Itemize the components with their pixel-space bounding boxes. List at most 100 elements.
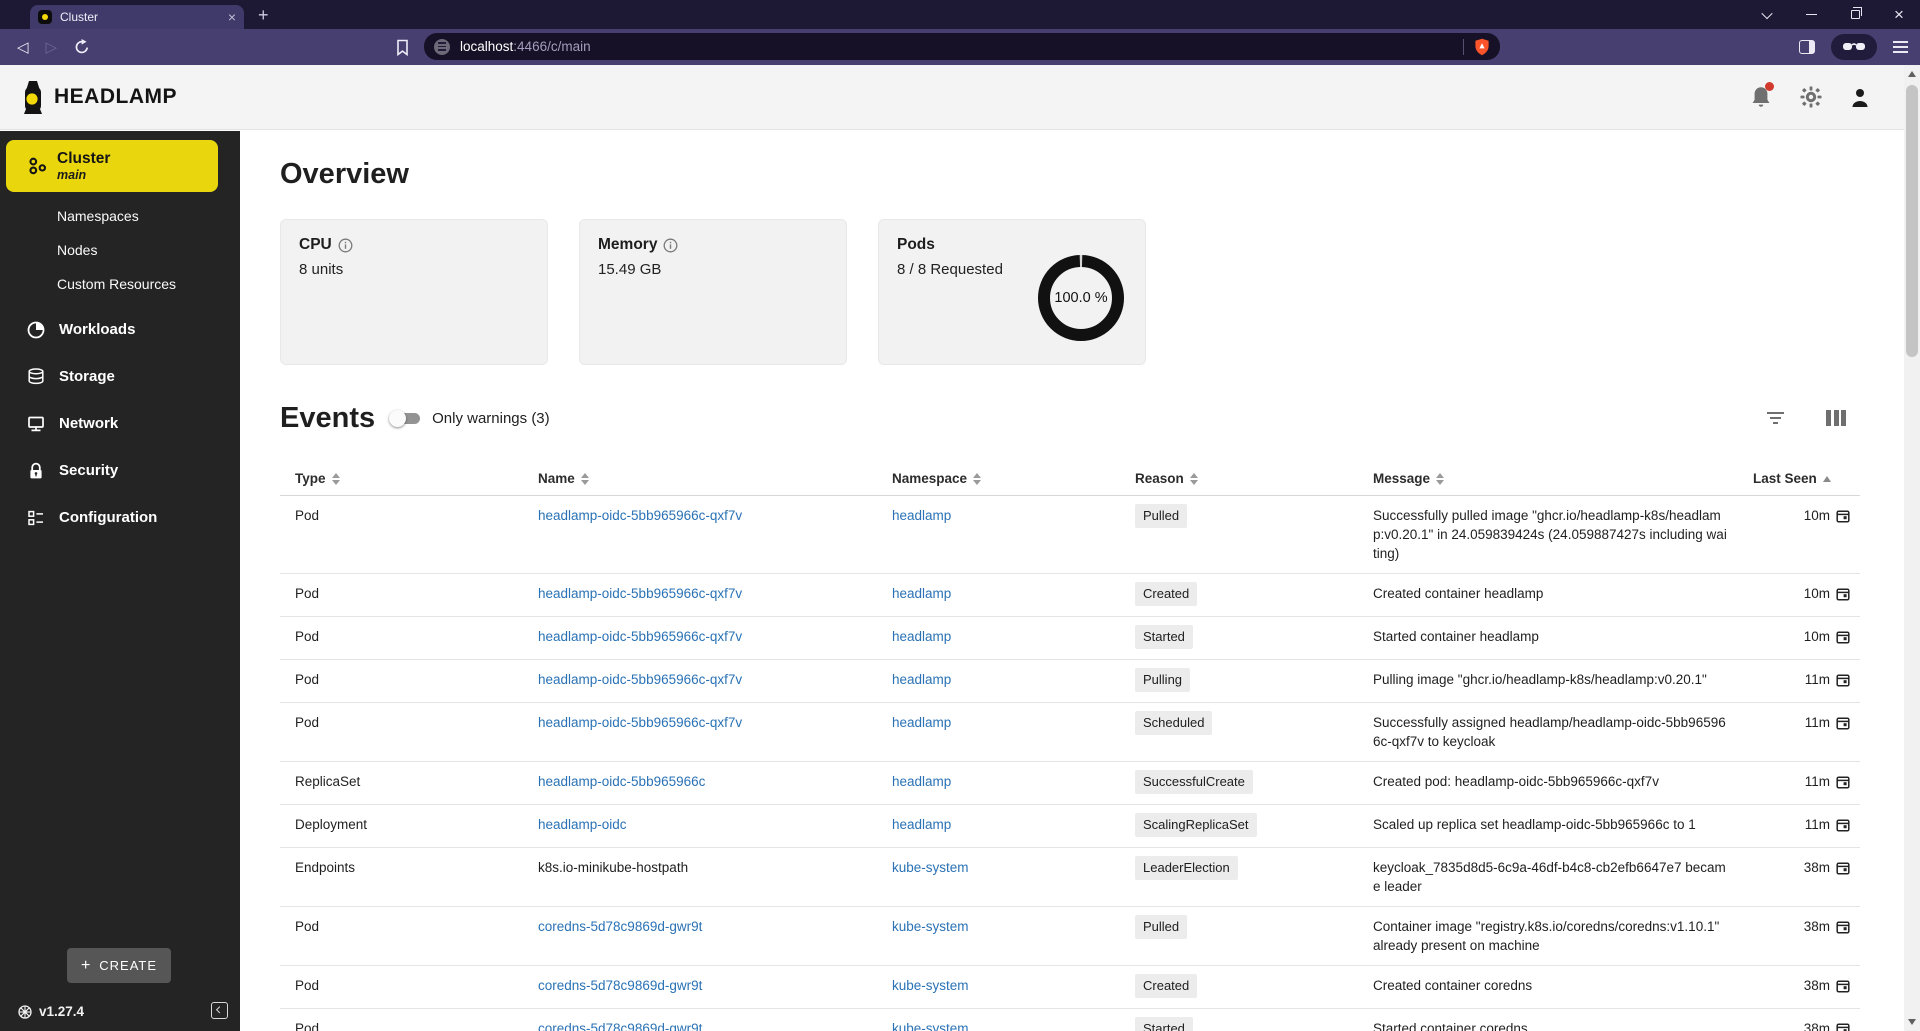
event-namespace-cell: headlamp xyxy=(877,495,1120,574)
notifications-button[interactable] xyxy=(1750,82,1774,109)
event-namespace-link[interactable]: kube-system xyxy=(892,1021,969,1031)
event-name-link[interactable]: headlamp-oidc-5bb965966c xyxy=(538,774,705,789)
event-namespace-link[interactable]: kube-system xyxy=(892,978,969,993)
event-name-cell: headlamp-oidc-5bb965966c-qxf7v xyxy=(523,659,877,703)
sidebar-item-namespaces[interactable]: Namespaces xyxy=(0,199,240,233)
brave-shield-icon[interactable] xyxy=(1474,38,1490,56)
event-message: Started container coredns xyxy=(1358,1008,1738,1031)
event-name-link[interactable]: coredns-5d78c9869d-gwr9t xyxy=(538,978,702,993)
filter-icon[interactable] xyxy=(1767,411,1784,425)
sidebar-panel-icon[interactable] xyxy=(1799,40,1815,54)
sidebar-item-nodes[interactable]: Nodes xyxy=(0,233,240,267)
brave-vpn-button[interactable] xyxy=(1831,34,1877,60)
event-name-link[interactable]: coredns-5d78c9869d-gwr9t xyxy=(538,1021,702,1031)
column-header-type[interactable]: Type xyxy=(280,463,523,496)
column-label: Reason xyxy=(1135,471,1184,486)
event-name-link[interactable]: headlamp-oidc-5bb965966c-qxf7v xyxy=(538,586,742,601)
settings-button[interactable] xyxy=(1800,86,1822,108)
sort-icon xyxy=(1189,472,1198,485)
event-type: Endpoints xyxy=(280,847,523,907)
sidebar-item-storage[interactable]: Storage xyxy=(0,353,240,400)
sidebar-item-workloads[interactable]: Workloads xyxy=(0,306,240,353)
column-header-message[interactable]: Message xyxy=(1358,463,1738,496)
info-icon[interactable] xyxy=(663,238,678,253)
event-type: Pod xyxy=(280,1008,523,1031)
url-bar[interactable]: localhost :4466/c/main xyxy=(424,33,1500,60)
event-row: Pod headlamp-oidc-5bb965966c-qxf7v headlam… xyxy=(280,495,1860,574)
column-header-namespace[interactable]: Namespace xyxy=(877,463,1120,496)
event-last-seen: 10m xyxy=(1738,616,1860,660)
event-namespace-link[interactable]: headlamp xyxy=(892,715,951,730)
event-last-seen: 10m xyxy=(1738,573,1860,617)
event-name-link[interactable]: headlamp-oidc-5bb965966c-qxf7v xyxy=(538,508,742,523)
events-table-header: Type Name Namespace Reason Message Last Seen xyxy=(280,463,1860,496)
headlamp-logo[interactable]: HEADLAMP xyxy=(20,79,177,115)
event-name-link[interactable]: headlamp-oidc-5bb965966c-qxf7v xyxy=(538,715,742,730)
create-button-label: CREATE xyxy=(99,958,158,973)
kubernetes-wheel-icon xyxy=(18,1004,32,1019)
scrollbar-thumb[interactable] xyxy=(1906,85,1918,357)
reload-button[interactable] xyxy=(74,39,90,55)
window-restore-button[interactable] xyxy=(1848,7,1862,22)
forward-button[interactable]: ▷ xyxy=(46,38,58,56)
event-name-link[interactable]: headlamp-oidc-5bb965966c-qxf7v xyxy=(538,629,742,644)
column-header-reason[interactable]: Reason xyxy=(1120,463,1358,496)
event-namespace-link[interactable]: headlamp xyxy=(892,508,951,523)
event-name-link[interactable]: headlamp-oidc xyxy=(538,817,627,832)
browser-menu-icon[interactable] xyxy=(1893,41,1908,53)
scrollbar-down-arrow[interactable] xyxy=(1908,1019,1916,1025)
event-namespace-link[interactable]: headlamp xyxy=(892,817,951,832)
last-seen-value: 10m xyxy=(1803,629,1830,644)
page-scrollbar[interactable] xyxy=(1904,65,1920,1031)
event-message: Successfully assigned headlamp/headlamp-… xyxy=(1358,702,1738,762)
new-tab-button[interactable]: + xyxy=(258,4,269,26)
url-separator xyxy=(1463,38,1464,55)
sidebar-collapse-button[interactable] xyxy=(211,1002,228,1019)
notification-badge xyxy=(1765,82,1774,91)
sidebar-subitems: Namespaces Nodes Custom Resources xyxy=(0,199,240,301)
event-last-seen: 11m xyxy=(1738,761,1860,805)
window-minimize-button[interactable] xyxy=(1804,8,1818,22)
person-icon xyxy=(1852,88,1868,107)
column-header-last-seen[interactable]: Last Seen xyxy=(1738,463,1860,496)
event-namespace-link[interactable]: headlamp xyxy=(892,586,951,601)
info-icon[interactable] xyxy=(338,238,353,253)
headlamp-favicon-icon xyxy=(38,10,52,24)
window-close-button[interactable]: × xyxy=(1892,6,1906,23)
event-name-link[interactable]: coredns-5d78c9869d-gwr9t xyxy=(538,919,702,934)
event-name-cell: headlamp-oidc xyxy=(523,804,877,848)
sidebar-item-network[interactable]: Network xyxy=(0,400,240,447)
scrollbar-up-arrow[interactable] xyxy=(1908,71,1916,77)
sidebar-item-cluster[interactable]: Cluster main xyxy=(6,140,218,192)
last-seen-value: 10m xyxy=(1803,508,1830,523)
event-name-link[interactable]: headlamp-oidc-5bb965966c-qxf7v xyxy=(538,672,742,687)
profile-button[interactable] xyxy=(1850,87,1870,108)
sidebar-item-security[interactable]: Security xyxy=(0,447,240,494)
event-name-cell: coredns-5d78c9869d-gwr9t xyxy=(523,906,877,966)
event-name-cell: headlamp-oidc-5bb965966c-qxf7v xyxy=(523,573,877,617)
tab-close-icon[interactable]: × xyxy=(228,10,236,24)
event-last-seen: 10m xyxy=(1738,495,1860,574)
window-menu-chevron-icon[interactable] xyxy=(1760,7,1774,22)
browser-tab[interactable]: Cluster × xyxy=(30,5,244,29)
event-namespace-link[interactable]: headlamp xyxy=(892,774,951,789)
event-namespace-link[interactable]: kube-system xyxy=(892,860,969,875)
sidebar-item-custom-resources[interactable]: Custom Resources xyxy=(0,267,240,301)
last-seen-value: 11m xyxy=(1804,715,1830,730)
event-reason-cell: Pulled xyxy=(1120,495,1358,574)
only-warnings-toggle[interactable] xyxy=(389,409,422,427)
event-namespace-link[interactable]: headlamp xyxy=(892,672,951,687)
sidebar-item-configuration[interactable]: Configuration xyxy=(0,494,240,541)
event-namespace-link[interactable]: kube-system xyxy=(892,919,969,934)
column-header-name[interactable]: Name xyxy=(523,463,877,496)
event-namespace-link[interactable]: headlamp xyxy=(892,629,951,644)
back-button[interactable]: ◁ xyxy=(17,38,29,56)
only-warnings-label: Only warnings (3) xyxy=(432,409,550,427)
page-title: Overview xyxy=(280,158,409,190)
site-settings-icon[interactable] xyxy=(434,38,450,55)
bookmark-icon[interactable] xyxy=(395,39,410,56)
event-row: Pod coredns-5d78c9869d-gwr9t kube-system Cr… xyxy=(280,965,1860,1009)
columns-icon[interactable] xyxy=(1826,410,1846,426)
create-button[interactable]: + CREATE xyxy=(67,948,171,983)
event-namespace-cell: headlamp xyxy=(877,616,1120,660)
